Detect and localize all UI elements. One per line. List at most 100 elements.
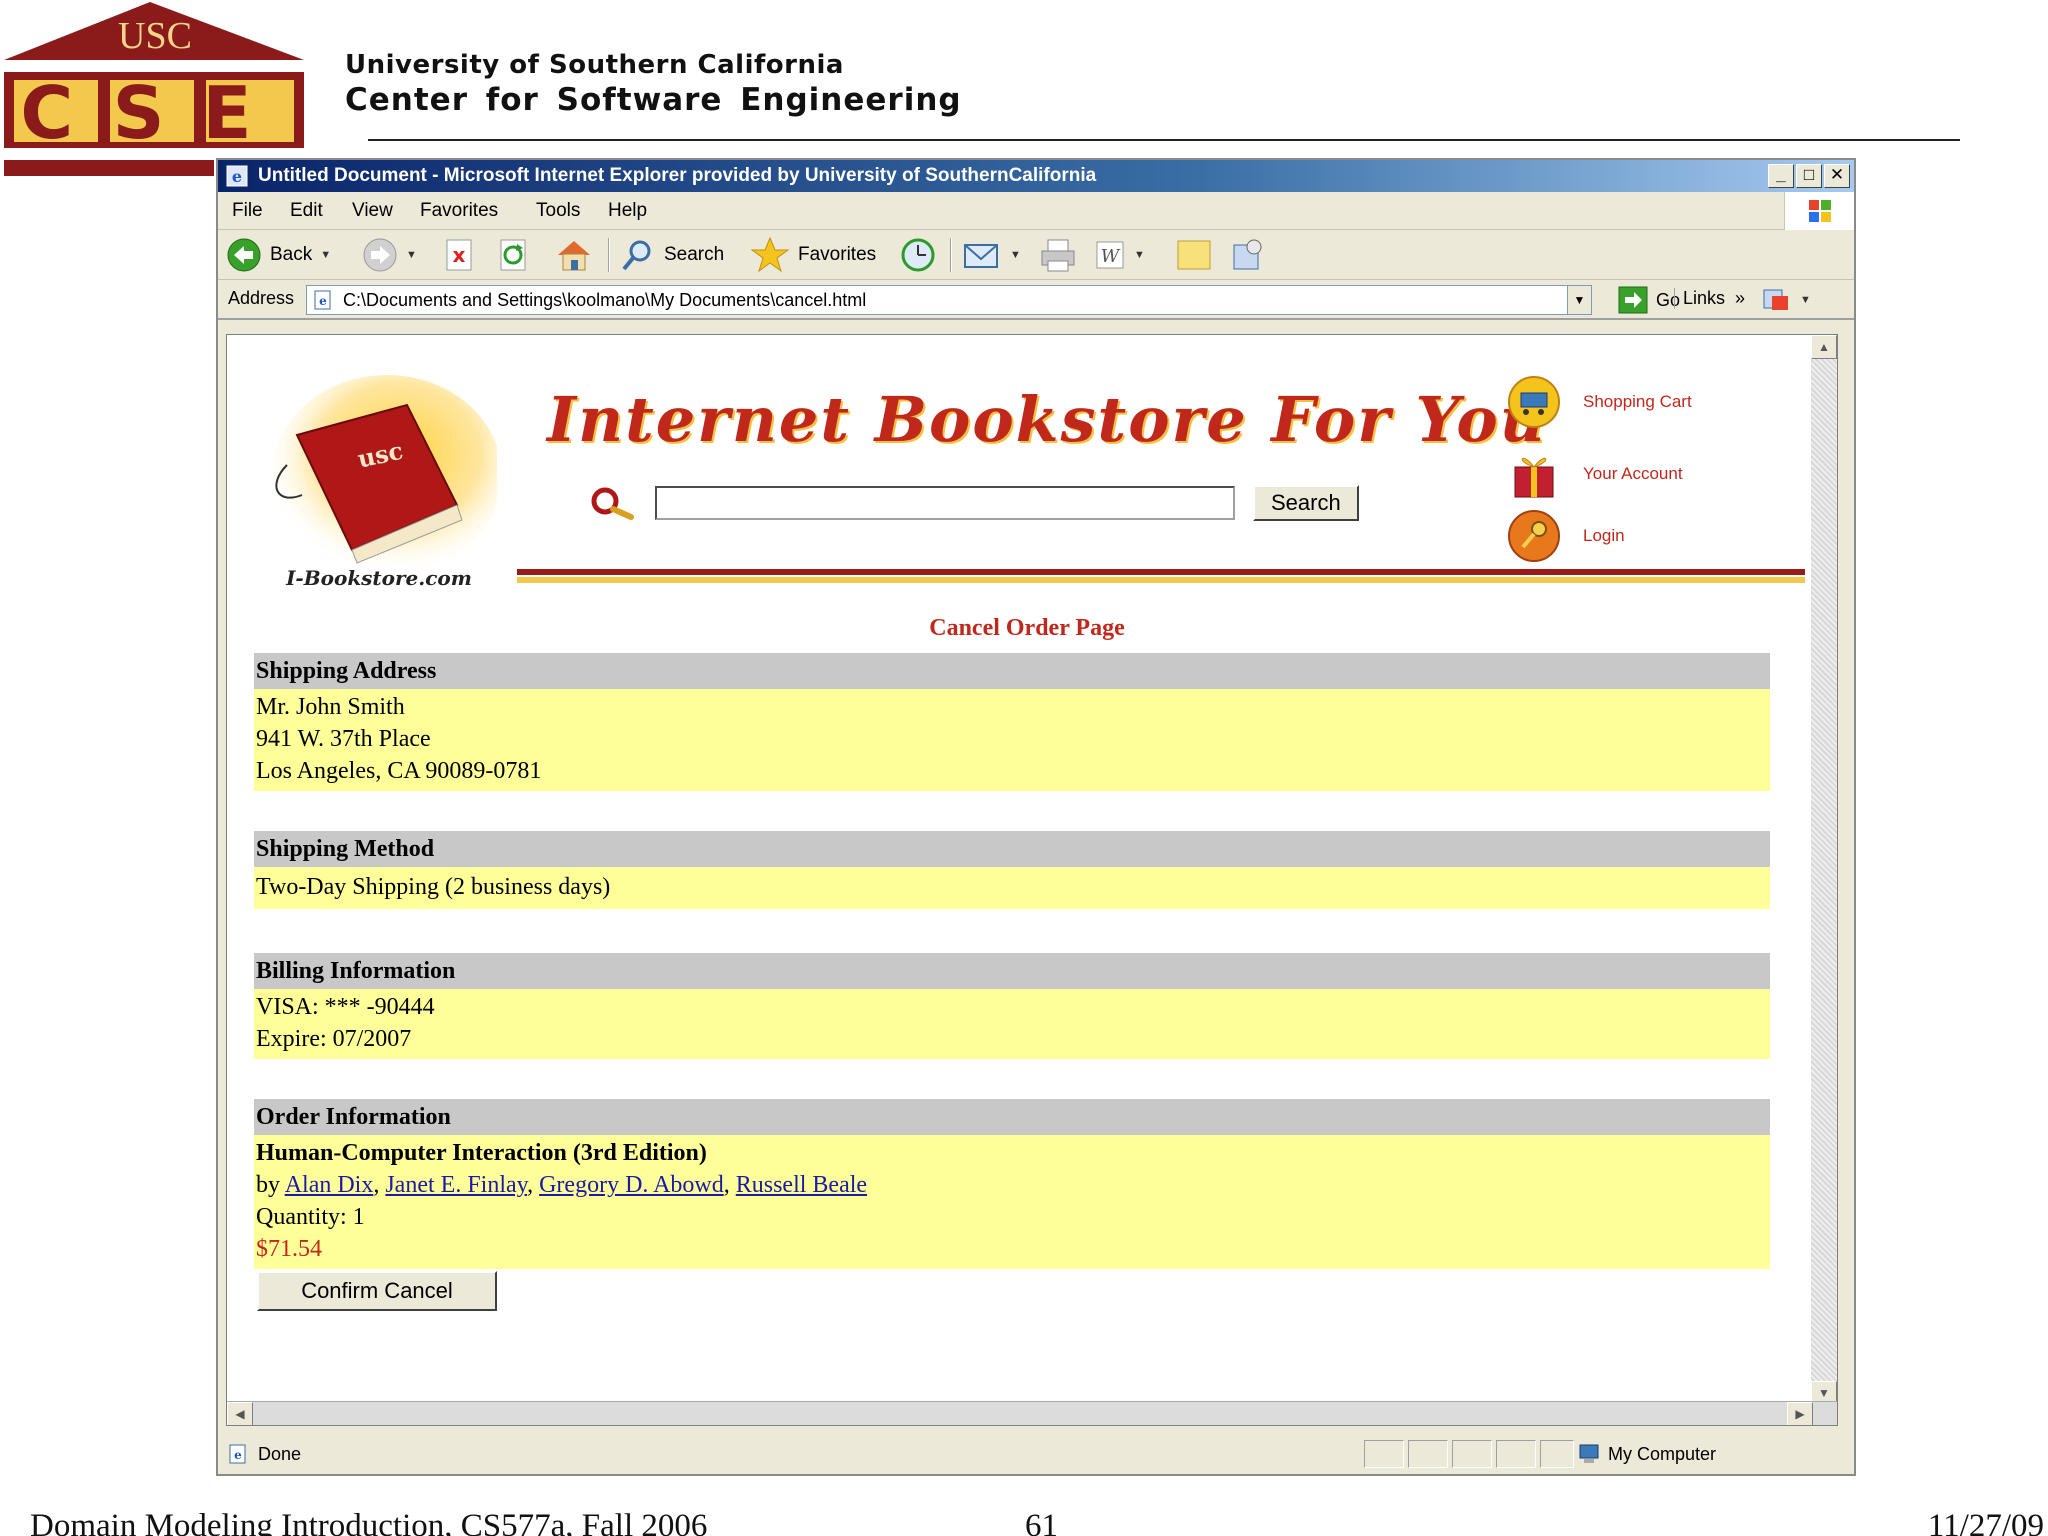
order-section: Order Information Human-Computer Interac… xyxy=(254,1099,1770,1269)
back-button[interactable]: Back ▼ xyxy=(226,236,331,274)
bookstore-logo[interactable]: usc I-Bookstore.com xyxy=(257,375,502,595)
messenger-button[interactable] xyxy=(1228,236,1268,274)
status-pane xyxy=(1364,1440,1404,1468)
mail-button[interactable]: ▼ xyxy=(962,236,1021,274)
horizontal-scrollbar[interactable]: ◀ ▶ xyxy=(227,1401,1837,1425)
address-value: C:\Documents and Settings\koolmano\My Do… xyxy=(343,290,867,310)
store-search-button[interactable]: Search xyxy=(1253,485,1359,521)
menu-tools[interactable]: Tools xyxy=(536,192,580,230)
author-link[interactable]: Janet E. Finlay xyxy=(385,1172,527,1198)
maximize-button[interactable]: □ xyxy=(1796,164,1822,188)
your-account-link[interactable]: Your Account xyxy=(1507,447,1683,501)
logo-caption: I-Bookstore.com xyxy=(285,566,472,590)
footer-course: Domain Modeling Introduction, CS577a, Fa… xyxy=(30,1508,708,1536)
section-body: VISA: *** -90444 Expire: 07/2007 xyxy=(254,989,1770,1059)
svg-text:x: x xyxy=(453,243,466,267)
menu-edit[interactable]: Edit xyxy=(290,192,323,230)
menu-view[interactable]: View xyxy=(352,192,393,230)
menu-favorites[interactable]: Favorites xyxy=(420,192,498,230)
search-toolbar-button[interactable]: Search xyxy=(620,236,724,274)
favorites-button[interactable]: Favorites xyxy=(750,236,876,274)
price: $71.54 xyxy=(256,1236,322,1262)
stop-button[interactable]: x xyxy=(444,236,476,274)
translate-dropdown-icon[interactable]: ▼ xyxy=(1800,294,1811,306)
page-icon: e xyxy=(314,290,331,310)
address-input[interactable]: e C:\Documents and Settings\koolmano\My … xyxy=(306,285,1592,315)
status-text: Done xyxy=(258,1444,302,1464)
section-body: Human-Computer Interaction (3rd Edition)… xyxy=(254,1135,1770,1269)
status-pane xyxy=(1452,1440,1492,1468)
page-viewport: usc I-Bookstore.com Internet Bookstore F… xyxy=(226,334,1838,1426)
history-icon xyxy=(901,238,935,272)
history-button[interactable] xyxy=(898,236,938,274)
login-link[interactable]: Login xyxy=(1507,509,1625,563)
edit-dropdown-icon[interactable]: ▼ xyxy=(1134,249,1145,261)
menu-bar: File Edit View Favorites Tools Help xyxy=(218,192,1854,230)
author-link[interactable]: Gregory D. Abowd xyxy=(539,1172,724,1198)
gift-icon xyxy=(1514,457,1554,498)
billing-section: Billing Information VISA: *** -90444 Exp… xyxy=(254,953,1770,1059)
key-icon xyxy=(1508,510,1560,562)
zone-label: My Computer xyxy=(1608,1444,1717,1464)
search-toolbar-label: Search xyxy=(664,244,725,265)
menu-file[interactable]: File xyxy=(232,192,263,230)
logo-usc-text: USC xyxy=(118,15,192,57)
printer-icon xyxy=(1041,239,1075,272)
my-computer-icon xyxy=(1579,1444,1599,1463)
mail-dropdown-icon[interactable]: ▼ xyxy=(1010,249,1021,261)
shipping-address-section: Shipping Address Mr. John Smith 941 W. 3… xyxy=(254,653,1770,791)
store-search-input[interactable] xyxy=(655,486,1235,520)
word-edit-icon: W xyxy=(1096,241,1124,269)
slide-divider xyxy=(368,139,1960,141)
window-titlebar[interactable]: e Untitled Document - Microsoft Internet… xyxy=(218,160,1854,192)
scroll-up-icon[interactable]: ▲ xyxy=(1811,335,1837,359)
home-button[interactable] xyxy=(554,236,594,274)
close-button[interactable]: ✕ xyxy=(1824,164,1850,188)
edit-button[interactable]: W ▼ xyxy=(1094,236,1145,274)
refresh-button[interactable] xyxy=(498,236,530,274)
go-button[interactable]: Go xyxy=(1618,286,1680,314)
back-dropdown-icon[interactable]: ▼ xyxy=(320,249,331,261)
book-title: Human-Computer Interaction (3rd Edition) xyxy=(256,1140,707,1166)
shopping-cart-link[interactable]: Shopping Cart xyxy=(1507,375,1692,429)
card-number: VISA: *** -90444 xyxy=(256,994,435,1020)
your-account-label: Your Account xyxy=(1583,464,1683,483)
shopping-cart-label: Shopping Cart xyxy=(1583,392,1692,411)
links-label: Links xyxy=(1683,288,1726,308)
section-body: Mr. John Smith 941 W. 37th Place Los Ang… xyxy=(254,689,1770,791)
author-link[interactable]: Russell Beale xyxy=(736,1172,867,1198)
center-name: Center for Software Engineering xyxy=(345,82,962,118)
ie-icon: e xyxy=(226,165,248,187)
vertical-scrollbar[interactable]: ▲ ▼ xyxy=(1811,335,1837,1405)
print-button[interactable] xyxy=(1038,236,1078,274)
login-label: Login xyxy=(1583,526,1625,545)
confirm-cancel-button[interactable]: Confirm Cancel xyxy=(257,1271,497,1311)
footer-date: 11/27/09 xyxy=(1927,1508,2044,1536)
author-link[interactable]: Alan Dix xyxy=(285,1172,374,1198)
footer-page-number: 61 xyxy=(1025,1508,1058,1536)
page-status-icon: e xyxy=(229,1444,246,1464)
scroll-right-icon[interactable]: ▶ xyxy=(1787,1402,1813,1425)
address-label: Address xyxy=(228,288,295,308)
magnifier-icon xyxy=(622,240,651,271)
forward-dropdown-icon[interactable]: ▼ xyxy=(406,249,417,261)
quantity: Quantity: 1 xyxy=(256,1204,365,1230)
minimize-button[interactable]: _ xyxy=(1768,164,1794,188)
window-title: Untitled Document - Microsoft Internet E… xyxy=(258,165,1097,186)
status-pane xyxy=(1408,1440,1448,1468)
forward-button[interactable]: ▼ xyxy=(362,236,417,274)
translate-button[interactable]: ▼ xyxy=(1762,286,1811,314)
links-button[interactable]: Links » xyxy=(1674,288,1745,309)
section-body: Two-Day Shipping (2 business days) xyxy=(254,867,1770,909)
scroll-left-icon[interactable]: ◀ xyxy=(227,1402,253,1425)
shipping-method-value: Two-Day Shipping (2 business days) xyxy=(256,874,611,900)
security-zone[interactable]: My Computer xyxy=(1578,1434,1716,1474)
shipping-method-section: Shipping Method Two-Day Shipping (2 busi… xyxy=(254,831,1770,909)
page-heading: Cancel Order Page xyxy=(929,615,1125,641)
mail-icon xyxy=(964,244,998,268)
section-title: Order Information xyxy=(254,1099,1770,1135)
menu-help[interactable]: Help xyxy=(608,192,647,230)
address-dropdown-icon[interactable]: ▼ xyxy=(1567,286,1591,314)
stop-icon: x xyxy=(446,239,472,271)
discuss-button[interactable] xyxy=(1174,236,1214,274)
